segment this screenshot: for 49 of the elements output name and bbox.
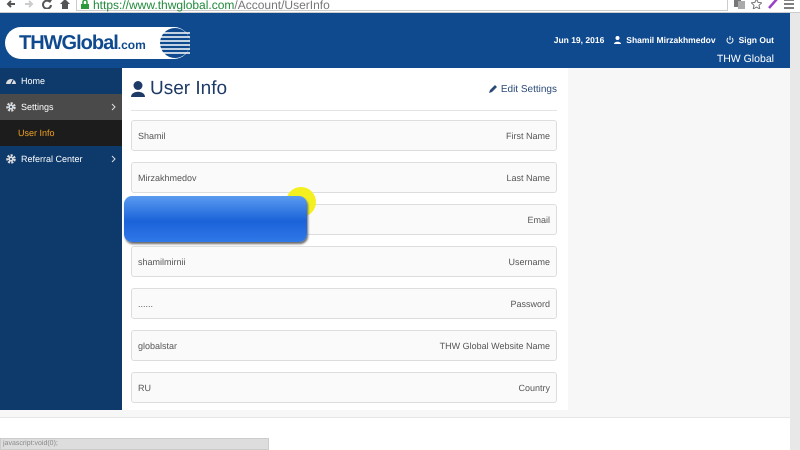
chevron-right-icon	[111, 155, 116, 163]
field-value: Shamil	[138, 130, 166, 140]
translate-icon[interactable]	[734, 0, 745, 9]
text-field[interactable]: ...... Password	[131, 288, 557, 319]
field-label: Username	[508, 256, 550, 266]
gear-icon	[5, 101, 17, 113]
field-value: shamilmirnii	[138, 256, 186, 266]
edit-settings-link[interactable]: Edit Settings	[488, 84, 557, 94]
sidebar-item[interactable]: Settings	[0, 94, 122, 120]
sign-out-link[interactable]: Sign Out	[738, 35, 774, 45]
text-field[interactable]: Shamil First Name	[131, 120, 557, 151]
field-label: Country	[518, 382, 550, 392]
pencil-icon	[488, 84, 498, 94]
field-label: First Name	[506, 130, 550, 140]
reload-icon[interactable]	[42, 0, 52, 9]
menu-icon[interactable]	[784, 0, 794, 9]
sidebar-item[interactable]: Referral Center	[0, 146, 122, 172]
home-icon[interactable]	[60, 0, 70, 9]
user-name[interactable]: Shamil Mirzakhmedov	[626, 35, 716, 45]
field-label: Password	[510, 298, 550, 308]
field-value: Mirzakhmedov	[138, 172, 197, 182]
field-value: RU	[138, 382, 151, 392]
text-field[interactable]: globalstar THW Global Website Name	[131, 330, 557, 361]
text-field[interactable]: shamilmirnii Username	[131, 246, 557, 277]
site-name: THW Global	[716, 53, 774, 65]
gear-icon	[5, 153, 17, 165]
user-icon	[614, 36, 622, 44]
power-icon	[726, 36, 734, 44]
text-field[interactable]: RU Country	[131, 372, 557, 403]
field-value: ......	[138, 298, 154, 308]
field-value: globalstar	[138, 340, 178, 350]
field-label: THW Global Website Name	[440, 340, 550, 350]
pen-icon[interactable]	[768, 0, 778, 9]
sidebar-subitem[interactable]: User Info	[0, 120, 122, 146]
scrollbar[interactable]	[790, 13, 800, 450]
user-icon	[131, 81, 145, 97]
text-field[interactable]: Mirzakhmedov Last Name	[131, 162, 557, 193]
back-icon[interactable]	[6, 0, 16, 9]
logo-text: THWGlobal.com	[19, 32, 146, 54]
striped-globe-icon	[160, 28, 190, 58]
chevron-right-icon	[111, 103, 116, 111]
field-label: Last Name	[506, 172, 550, 182]
address-bar[interactable]: https://www.thwglobal.com/Account/UserInfo	[76, 0, 728, 11]
sidebar-item[interactable]: Home	[0, 68, 122, 94]
lock-icon	[81, 0, 89, 9]
date-text: Jun 19, 2016	[554, 35, 604, 45]
panel-title: User Info	[150, 78, 228, 100]
star-icon[interactable]	[751, 0, 762, 9]
logo[interactable]: THWGlobal.com	[5, 27, 190, 59]
